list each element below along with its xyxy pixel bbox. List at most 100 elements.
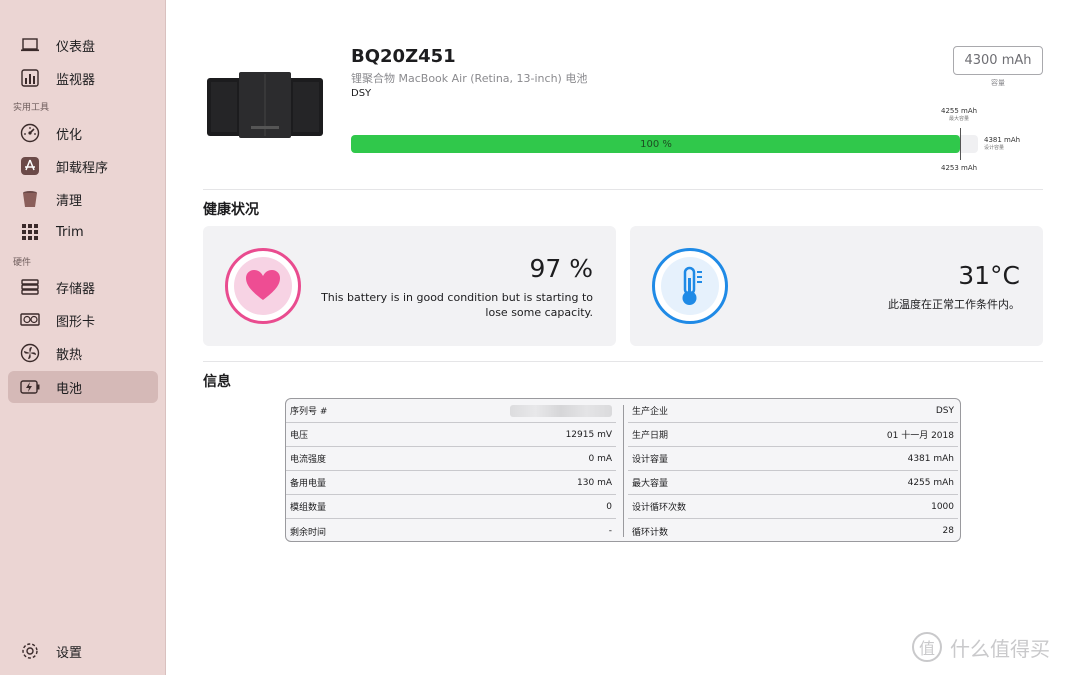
gear-icon — [20, 641, 40, 661]
sidebar-item-monitor[interactable]: 监视器 — [8, 62, 158, 94]
storage-stack-icon — [20, 277, 40, 297]
row-label: 循环计数 — [632, 527, 669, 538]
row-value: 12915 mV — [565, 429, 612, 440]
sidebar-item-label: 监视器 — [56, 72, 96, 88]
sidebar-item-trim[interactable]: Trim — [8, 216, 158, 248]
battery-model-title: BQ20Z451 — [351, 46, 456, 67]
sidebar-item-settings[interactable]: 设置 — [8, 635, 158, 667]
info-column-right: 生产企业 DSY 生产日期 01 十一月 2018 设计容量 4381 mAh 最大容… — [628, 399, 958, 541]
sidebar-item-label: 电池 — [56, 381, 83, 397]
battery-health-desc-line1: This battery is in good condition but is… — [321, 291, 593, 304]
battery-health-desc-line2: lose some capacity. — [485, 306, 593, 319]
serial-number-redacted — [510, 404, 612, 417]
sidebar-item-label: 优化 — [56, 127, 83, 143]
battery-image — [205, 72, 325, 140]
row-label: 生产企业 — [632, 407, 669, 417]
sidebar-item-label: 散热 — [56, 347, 83, 363]
design-capacity-tick: 4381 mAh 设计容量 — [984, 136, 1020, 151]
row-value: 28 — [942, 526, 954, 536]
capacity-marker — [960, 128, 961, 160]
watermark: 值 什么值得买 — [912, 632, 1050, 662]
design-capacity-value: 4381 mAh — [984, 136, 1021, 144]
sidebar-item-label: 存储器 — [56, 281, 96, 297]
max-capacity-label: 最大容量 — [949, 116, 970, 122]
row-label: 备用电量 — [290, 479, 327, 489]
table-row: 设计容量 4381 mAh — [628, 447, 958, 471]
divider — [203, 361, 1043, 362]
capacity-field[interactable]: 4300 mAh — [953, 46, 1043, 75]
row-label: 电流强度 — [290, 455, 327, 465]
row-value: - — [608, 526, 612, 536]
table-row: 电流强度 0 mA — [286, 447, 616, 471]
info-section-title: 信息 — [203, 374, 231, 390]
row-label: 电压 — [290, 431, 309, 441]
table-row: 设计循环次数 1000 — [628, 495, 958, 519]
sidebar-item-label: 卸载程序 — [56, 160, 109, 176]
battery-health-card: 97 % This battery is in good condition b… — [203, 226, 616, 346]
sidebar-item-clean[interactable]: 清理 — [8, 183, 158, 215]
sidebar-item-graphics[interactable]: 图形卡 — [8, 304, 158, 336]
table-row: 模组数量 0 — [286, 495, 616, 519]
graphics-card-icon — [20, 310, 40, 330]
capacity-label: 容量 — [991, 79, 1005, 87]
design-capacity-label: 设计容量 — [984, 145, 1005, 151]
sidebar-item-storage[interactable]: 存储器 — [8, 271, 158, 303]
sidebar-item-label: Trim — [56, 224, 84, 240]
max-capacity-tick: 4255 mAh 最大容量 — [941, 107, 977, 122]
row-value: 0 mA — [588, 453, 612, 464]
table-row: 循环计数 28 — [628, 519, 958, 541]
fan-icon — [20, 343, 40, 363]
row-label: 模组数量 — [290, 503, 327, 513]
table-row: 生产日期 01 十一月 2018 — [628, 423, 958, 447]
monitor-chart-icon — [20, 68, 40, 88]
battery-health-description: This battery is in good condition but is… — [321, 290, 593, 320]
section-label-tools: 实用工具 — [13, 103, 50, 113]
sidebar-item-optimize[interactable]: 优化 — [8, 117, 158, 149]
table-row: 最大容量 4255 mAh — [628, 471, 958, 495]
heart-icon — [225, 248, 301, 324]
battery-health-value: 97 % — [529, 254, 593, 283]
watermark-logo-icon: 值 — [912, 632, 942, 662]
info-column-left: 序列号 # 电压 12915 mV 电流强度 0 mA 备用电量 130 mA 模组数… — [286, 399, 616, 541]
temperature-card: 31°C 此温度在正常工作条件内。 — [630, 226, 1043, 346]
table-row: 备用电量 130 mA — [286, 471, 616, 495]
temperature-value: 31°C — [958, 261, 1020, 290]
table-row: 剩余时间 - — [286, 519, 616, 541]
table-row: 电压 12915 mV — [286, 423, 616, 447]
battery-manufacturer: DSY — [351, 88, 372, 99]
app-store-icon — [20, 156, 40, 176]
sidebar-item-label: 仪表盘 — [56, 39, 96, 55]
row-value: 1000 — [931, 501, 954, 512]
row-value: 4255 mAh — [907, 477, 954, 488]
row-label: 最大容量 — [632, 479, 669, 489]
row-label: 生产日期 — [632, 431, 669, 441]
watermark-text: 什么值得买 — [950, 636, 1050, 661]
charge-percent-text: 100 % — [640, 138, 672, 150]
battery-bolt-icon — [20, 377, 40, 397]
row-label: 设计循环次数 — [632, 503, 687, 513]
section-label-hardware: 硬件 — [13, 258, 32, 268]
row-value: 01 十一月 2018 — [886, 431, 954, 441]
sidebar-item-cooling[interactable]: 散热 — [8, 337, 158, 369]
column-separator — [623, 405, 624, 537]
sidebar-item-uninstaller[interactable]: 卸载程序 — [8, 150, 158, 182]
row-value: 130 mA — [577, 477, 612, 488]
thermometer-icon — [652, 248, 728, 324]
gauge-icon — [20, 123, 40, 143]
row-label: 设计容量 — [632, 455, 669, 465]
charge-progress-bar: 100 % — [351, 135, 978, 153]
info-table: 序列号 # 电压 12915 mV 电流强度 0 mA 备用电量 130 mA 模组数… — [285, 398, 961, 542]
trash-bin-icon — [20, 189, 40, 209]
sidebar-item-label: 图形卡 — [56, 314, 96, 330]
max-capacity-value: 4255 mAh — [941, 107, 978, 115]
row-value: 4381 mAh — [907, 453, 954, 464]
table-row: 生产企业 DSY — [628, 399, 958, 423]
sidebar-item-dashboard[interactable]: 仪表盘 — [8, 29, 158, 61]
divider — [203, 189, 1043, 190]
sidebar-item-battery[interactable]: 电池 — [8, 371, 158, 403]
sidebar: 仪表盘 监视器 实用工具 优化 卸载程序 清理 Trim 硬件 存储器 图形卡 … — [0, 0, 166, 675]
row-value: DSY — [935, 405, 954, 416]
row-label: 序列号 # — [290, 407, 328, 417]
row-value: 0 — [606, 501, 612, 512]
grid-dots-icon — [20, 222, 40, 242]
